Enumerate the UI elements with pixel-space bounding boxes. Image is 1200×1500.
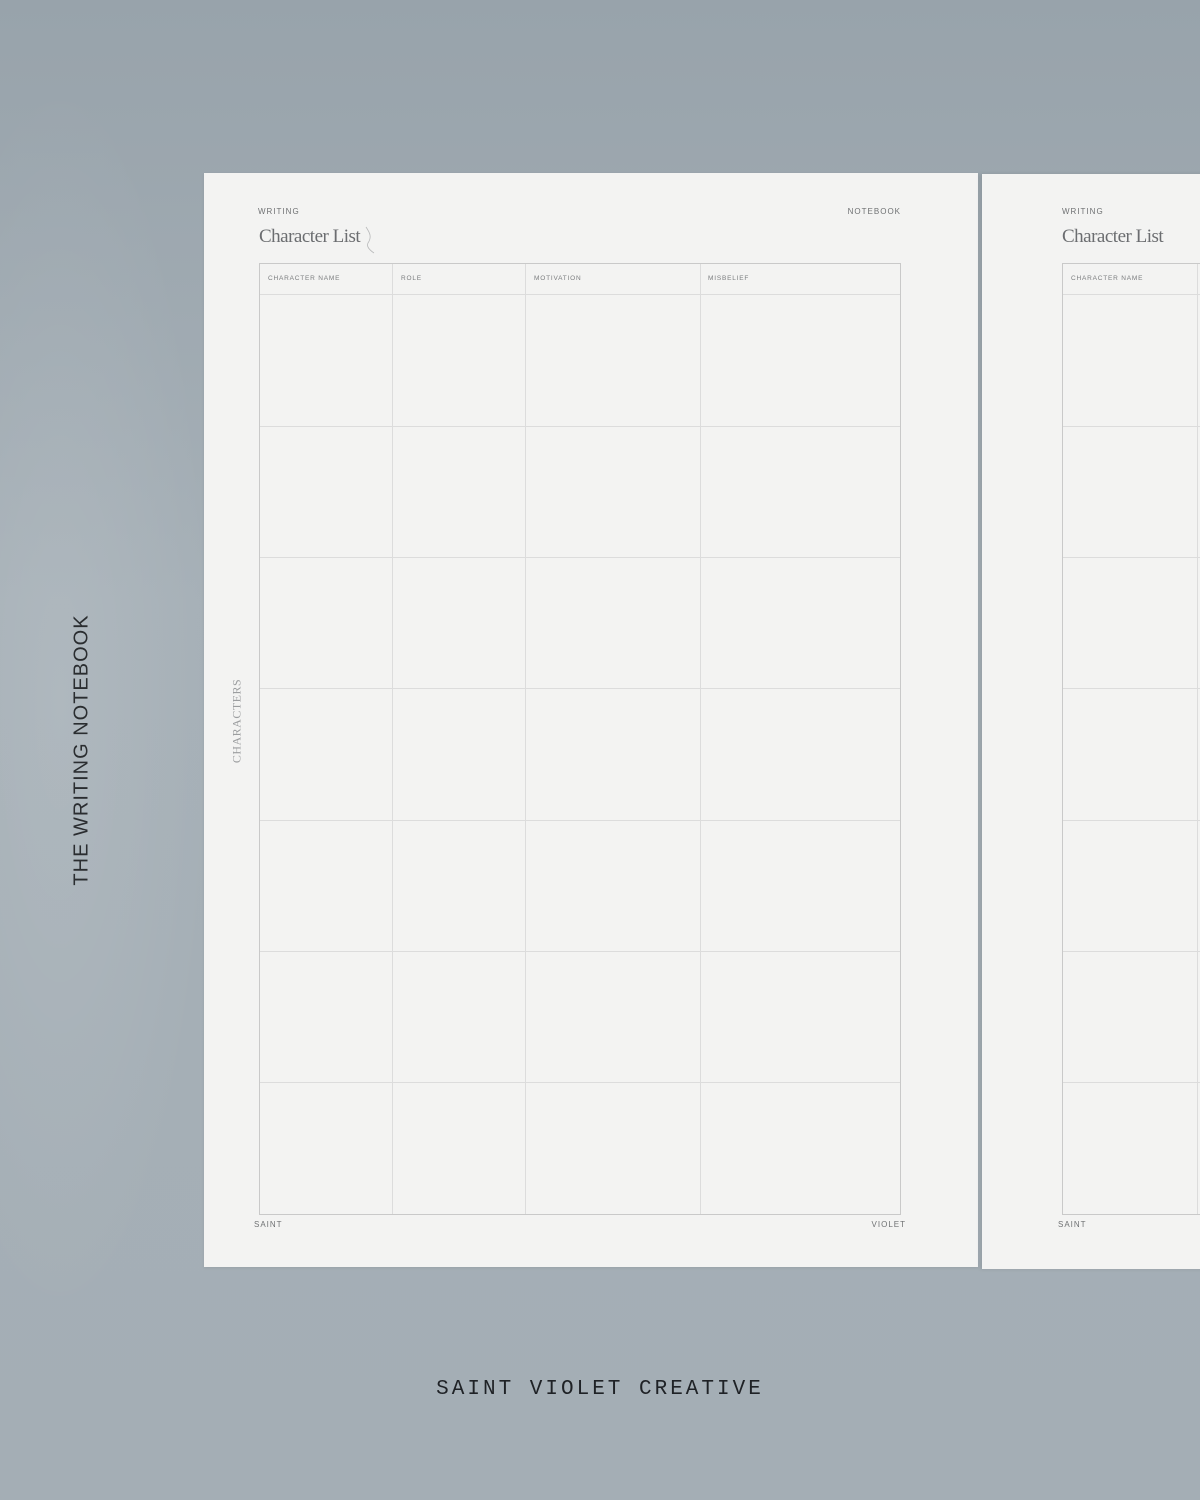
- row-divider: [1063, 557, 1200, 558]
- row-divider: [260, 820, 900, 821]
- column-divider: [392, 264, 393, 1214]
- column-header: CHARACTER NAME: [268, 275, 341, 282]
- page-title: Character List: [1062, 226, 1164, 247]
- column-divider: [1197, 264, 1198, 1214]
- side-label: CHARACTERS: [229, 678, 244, 764]
- row-divider: [1063, 426, 1200, 427]
- column-header: MOTIVATION: [534, 275, 582, 282]
- row-divider: [260, 557, 900, 558]
- footer-right: VIOLET: [871, 1220, 906, 1229]
- character-table: CHARACTER NAME ROLE MOTIVATION MISBELIEF: [259, 263, 901, 1215]
- row-divider: [1063, 294, 1200, 295]
- row-divider: [1063, 1082, 1200, 1083]
- header-left: WRITING: [1062, 207, 1104, 216]
- column-header: ROLE: [401, 275, 422, 282]
- footer-left: SAINT: [254, 1220, 283, 1229]
- row-divider: [260, 426, 900, 427]
- pen-mark-icon: [365, 226, 375, 254]
- column-divider: [700, 264, 701, 1214]
- column-header: CHARACTER NAME: [1071, 275, 1144, 282]
- column-divider: [525, 264, 526, 1214]
- row-divider: [260, 688, 900, 689]
- row-divider: [260, 294, 900, 295]
- row-divider: [260, 951, 900, 952]
- row-divider: [260, 1082, 900, 1083]
- brand-name: SAINT VIOLET CREATIVE: [436, 1378, 764, 1401]
- header-right: NOTEBOOK: [847, 207, 901, 216]
- row-divider: [1063, 951, 1200, 952]
- page-title: Character List: [259, 226, 361, 247]
- header-left: WRITING: [258, 207, 300, 216]
- notebook-page-right: WRITING Character List CHARACTER NAME SA…: [982, 174, 1200, 1269]
- row-divider: [1063, 820, 1200, 821]
- character-table: CHARACTER NAME: [1062, 263, 1200, 1215]
- row-divider: [1063, 688, 1200, 689]
- column-header: MISBELIEF: [708, 275, 750, 282]
- side-title: THE WRITING NOTEBOOK: [70, 614, 93, 886]
- footer-left: SAINT: [1058, 1220, 1087, 1229]
- notebook-page-left: WRITING NOTEBOOK Character List CHARACTE…: [204, 173, 978, 1267]
